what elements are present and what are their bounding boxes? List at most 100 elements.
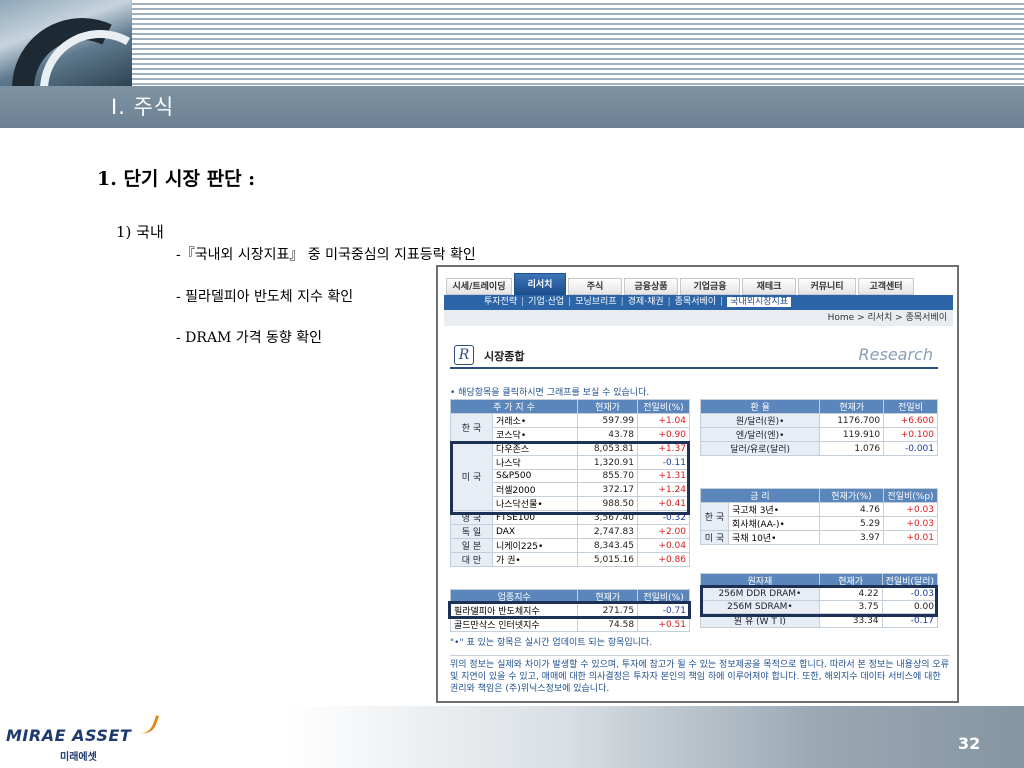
nav-tab-stock[interactable]: 주식: [568, 278, 622, 295]
index-name[interactable]: DAX: [492, 524, 578, 539]
title-divider: [450, 367, 938, 369]
subnav-economy[interactable]: 경제·채권: [628, 297, 664, 307]
index-change: +1.37: [637, 441, 690, 456]
table-row[interactable]: 미 국 다우존스 8,053.81 +1.37: [450, 441, 690, 511]
table-row[interactable]: 원 유 (W T I) 33.34 -0.17: [700, 613, 939, 628]
commodities-table: 원자재 현재가 전일비(달러) 256M DDR DRAM• 4.22 -0.0…: [700, 573, 939, 628]
bullet-3: - DRAM 가격 동향 확인: [176, 330, 323, 346]
table-row[interactable]: 원/달러(원)• 1176.700 +6.600: [699, 413, 938, 428]
subnav-strategy[interactable]: 투자전략: [484, 297, 517, 307]
nav-tab-community[interactable]: 커뮤니티: [798, 278, 856, 295]
fx-name[interactable]: 달러/유로(달러): [699, 441, 821, 456]
fx-name[interactable]: 원/달러(원)•: [699, 413, 821, 428]
index-name[interactable]: 다우존스: [492, 441, 578, 456]
website-screenshot: 시세/트레이딩 리서치 주식 금융상품 기업금융 재테크 커뮤니티 고객센터 투…: [436, 265, 959, 703]
index-name[interactable]: S&P500: [492, 469, 578, 483]
graph-hint: • 해당항목을 클릭하시면 그래프를 보실 수 있습니다.: [450, 388, 650, 398]
table-row[interactable]: 영 국 FTSE100 3,567.40 -0.32: [450, 510, 690, 525]
breadcrumb: Home > 리서치 > 종목서베이: [444, 310, 953, 326]
table-row[interactable]: 필라델피아 반도체지수 271.75 -0.71: [449, 603, 690, 618]
table-row[interactable]: 한 국 국고채 3년• 4.76 +0.03: [700, 502, 938, 531]
table-row[interactable]: 256M SDRAM• 3.75 0.00: [700, 600, 939, 614]
index-price: 8,343.45: [577, 538, 638, 553]
nav-tab-support[interactable]: 고객센터: [858, 278, 914, 295]
index-name[interactable]: 나스닥: [492, 455, 578, 470]
index-price: 8,053.81: [577, 441, 638, 456]
table-row[interactable]: 달러/유로(달러) 1.076 -0.001: [699, 441, 938, 456]
index-name[interactable]: FTSE100: [492, 510, 578, 525]
table-row[interactable]: 일 본 니케이225• 8,343.45 +0.04: [450, 538, 690, 553]
commodity-change: 0.00: [881, 600, 939, 614]
col-header: 주 가 지 수: [450, 399, 578, 414]
index-change: -0.32: [637, 510, 690, 525]
subnav-market-indicators[interactable]: 국내외시장지표: [727, 297, 792, 307]
country-label: 독 일: [450, 524, 493, 539]
table-row[interactable]: 회사채(AA-)• 5.29 +0.03: [701, 516, 938, 531]
col-header: 전일비(%p): [883, 488, 938, 503]
index-price: 5,015.16: [577, 552, 638, 567]
table-row[interactable]: 대 만 가 권• 5,015.16 +0.86: [450, 552, 690, 567]
index-name[interactable]: 거래소•: [492, 413, 578, 428]
index-change: +0.04: [637, 538, 690, 553]
index-name[interactable]: 가 권•: [492, 552, 578, 567]
index-name[interactable]: 골드만삭스 인터넷지수: [449, 617, 579, 632]
stock-index-table: 주 가 지 수 현재가 전일비(%) 한 국 거래소• 597.99 +1.04…: [450, 399, 690, 567]
col-header: 금 리: [700, 488, 820, 503]
nav-tab-corporate[interactable]: 기업금융: [680, 278, 740, 295]
nav-tab-research[interactable]: 리서치: [514, 273, 566, 295]
index-change: +0.51: [637, 617, 690, 632]
col-header: 전일비(%): [637, 589, 690, 604]
index-change: +2.00: [637, 524, 690, 539]
rate-name[interactable]: 국채 10년•: [728, 530, 820, 545]
col-header: 환 율: [699, 399, 821, 414]
table-row[interactable]: 엔/달러(엔)• 119.910 +0.100: [699, 427, 938, 442]
table-row[interactable]: 골드만삭스 인터넷지수 74.58 +0.51: [449, 617, 690, 632]
commodity-name[interactable]: 256M SDRAM•: [700, 600, 820, 614]
sub-nav: 투자전략 | 기업·산업 | 모닝브리프 | 경제·채권 | 종목서베이 | 국내외시장지표: [444, 295, 953, 310]
rate-change: +0.03: [883, 502, 938, 517]
rates-table: 금 리 현재가(%) 전일비(%p) 한 국 국고채 3년• 4.76 +0.0…: [700, 488, 938, 545]
index-name[interactable]: 니케이225•: [492, 538, 578, 553]
research-logo: Research: [858, 345, 933, 364]
nav-tab-products[interactable]: 금융상품: [624, 278, 678, 295]
commodity-name[interactable]: 256M DDR DRAM•: [700, 587, 820, 601]
table-row[interactable]: 미 국 국채 10년• 3.97 +0.01: [700, 530, 938, 545]
rate-name[interactable]: 회사채(AA-)•: [728, 516, 820, 531]
commodity-price: 4.22: [818, 587, 883, 601]
table-row[interactable]: 독 일 DAX 2,747.83 +2.00: [450, 524, 690, 539]
col-header: 현재가(%): [819, 488, 884, 503]
index-name[interactable]: 나스닥선물•: [492, 496, 578, 511]
col-header: 현재가: [577, 399, 638, 414]
nav-tab-wealth[interactable]: 재테크: [742, 278, 796, 295]
subnav-morning[interactable]: 모닝브리프: [575, 297, 616, 307]
research-r-icon: R: [454, 345, 474, 365]
subnav-survey[interactable]: 종목서베이: [675, 297, 716, 307]
index-name[interactable]: 러셀2000: [492, 482, 578, 497]
index-change: +0.90: [637, 427, 690, 442]
col-header: 업종지수: [449, 589, 579, 604]
index-change: +1.04: [637, 413, 690, 428]
fx-change: -0.001: [883, 441, 938, 456]
table-row[interactable]: 한 국 거래소• 597.99 +1.04: [450, 413, 690, 442]
fx-table: 환 율 현재가 전일비 원/달러(원)• 1176.700 +6.600 엔/달…: [699, 399, 938, 456]
subnav-industry[interactable]: 기업·산업: [528, 297, 564, 307]
section-title: Ⅰ. 주식: [111, 95, 175, 119]
slide-subheading: 1) 국내: [116, 223, 164, 241]
fx-change: +0.100: [883, 427, 938, 442]
disclaimer: 위의 정보는 실제와 차이가 발생할 수 있으며, 투자에 참고가 될 수 있는…: [450, 655, 950, 695]
index-name[interactable]: 필라델피아 반도체지수: [449, 603, 579, 618]
index-change: -0.11: [637, 455, 690, 470]
country-label: 한 국: [700, 502, 729, 531]
index-price: 271.75: [577, 603, 639, 618]
fx-name[interactable]: 엔/달러(엔)•: [699, 427, 821, 442]
commodity-name[interactable]: 원 유 (W T I): [700, 613, 820, 628]
index-change: +0.86: [637, 552, 690, 567]
index-name[interactable]: 코스닥•: [492, 427, 578, 442]
nav-tab-trading[interactable]: 시세/트레이딩: [446, 278, 512, 295]
commodity-change: -0.17: [881, 613, 939, 628]
table-row[interactable]: 256M DDR DRAM• 4.22 -0.03: [700, 587, 939, 601]
rate-change: +0.01: [883, 530, 938, 545]
rate-name[interactable]: 국고채 3년•: [728, 502, 820, 517]
index-change: -0.71: [637, 603, 690, 618]
company-logo: MIRAE ASSET: [6, 726, 132, 745]
